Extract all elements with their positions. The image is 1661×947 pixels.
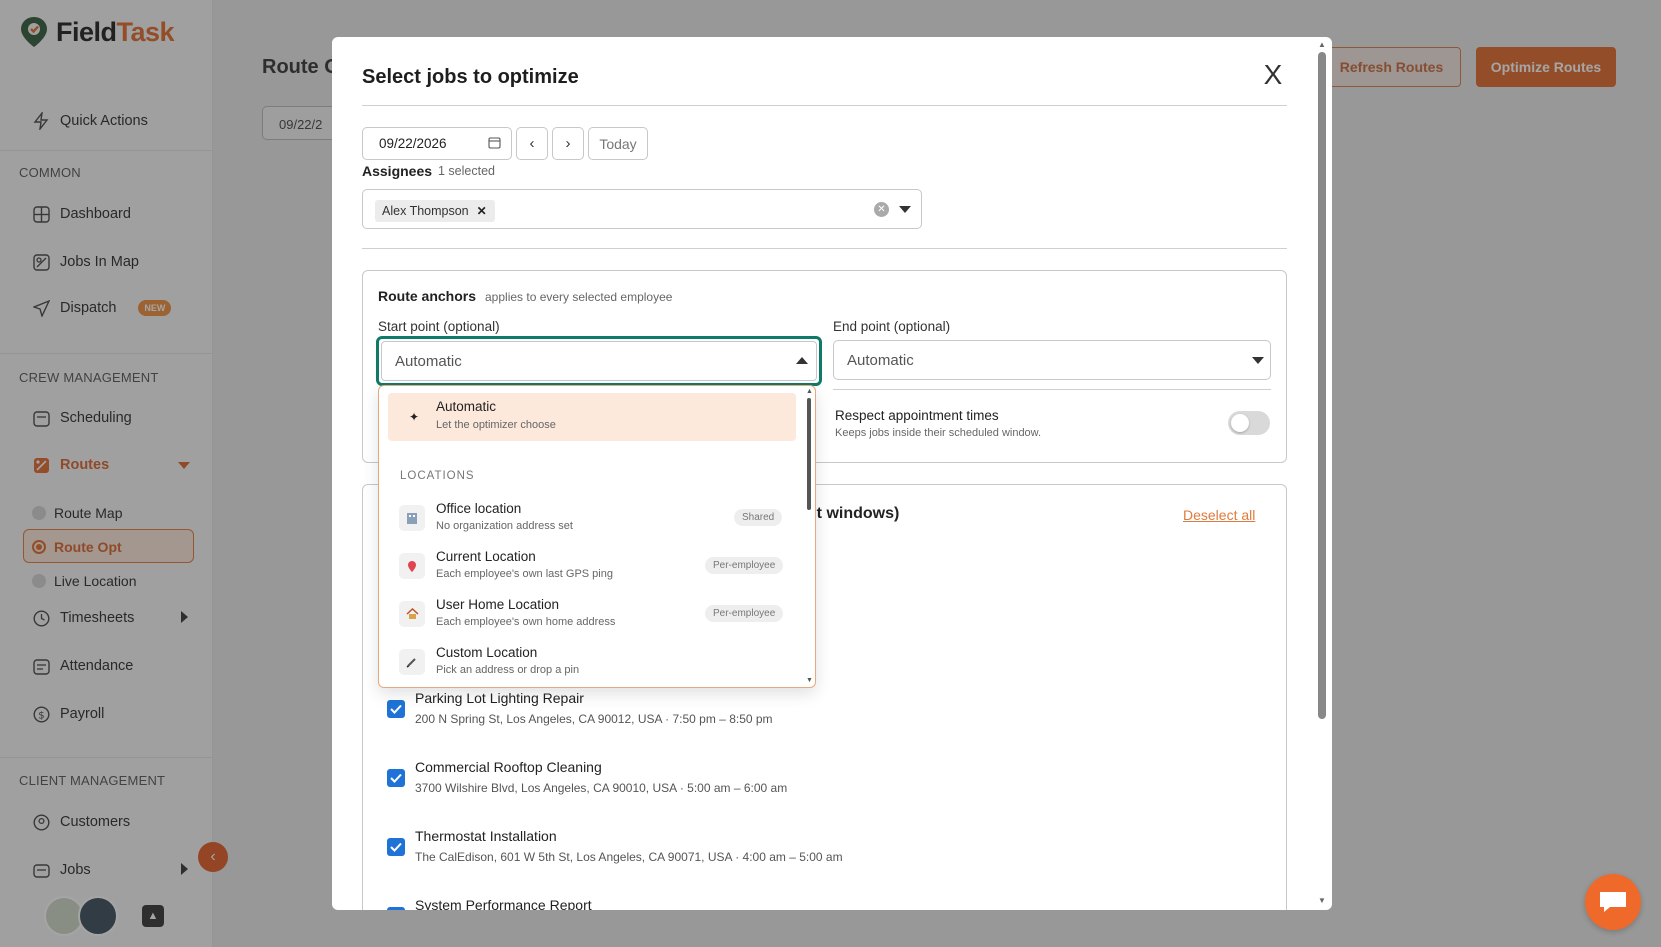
check-icon — [390, 773, 402, 783]
remove-chip-icon[interactable]: ✕ — [477, 204, 487, 218]
option-title: Office location — [436, 501, 522, 516]
option-title: Custom Location — [436, 645, 538, 660]
clear-icon[interactable]: ✕ — [874, 202, 889, 217]
check-icon — [390, 842, 402, 852]
route-anchors-note: applies to every selected employee — [485, 290, 673, 304]
start-point-dropdown: ✦ Automatic Let the optimizer choose LOC… — [378, 385, 816, 688]
dropdown-scroll-up-arrow[interactable]: ▲ — [806, 388, 813, 395]
chat-icon — [1600, 892, 1626, 912]
modal-divider — [362, 248, 1287, 249]
close-button[interactable]: X — [1258, 59, 1288, 95]
chevron-up-icon[interactable] — [796, 357, 808, 364]
dropdown-option-custom-location[interactable]: Custom Location Pick an address or drop … — [379, 640, 799, 684]
option-title: Automatic — [436, 399, 497, 414]
assignee-chip: Alex Thompson ✕ — [375, 200, 495, 222]
sparkle-icon: ✦ — [408, 410, 420, 424]
job-row[interactable]: Thermostat Installation The CalEdison, 6… — [387, 828, 843, 864]
dropdown-scroll-down-arrow[interactable]: ▼ — [806, 677, 813, 684]
locations-section-label: LOCATIONS — [400, 470, 475, 482]
job-checkbox[interactable] — [387, 769, 405, 787]
dropdown-option-automatic[interactable]: ✦ Automatic Let the optimizer choose — [388, 393, 796, 441]
pencil-icon — [399, 649, 425, 675]
option-title: Current Location — [436, 549, 536, 564]
job-title: Parking Lot Lighting Repair — [415, 690, 584, 706]
anchors-divider — [833, 389, 1271, 390]
chevron-right-icon: › — [565, 135, 571, 152]
assignee-chip-label: Alex Thompson — [382, 204, 469, 218]
modal-divider — [362, 105, 1287, 106]
start-point-select[interactable]: Automatic — [376, 336, 822, 386]
option-subtitle: Pick an address or drop a pin — [436, 664, 580, 676]
end-point-value: Automatic — [847, 352, 914, 369]
job-title: System Performance Report — [415, 897, 592, 910]
start-point-label: Start point (optional) — [378, 319, 500, 334]
option-title: User Home Location — [436, 597, 560, 612]
check-icon — [390, 704, 402, 714]
job-checkbox[interactable] — [387, 907, 405, 910]
option-subtitle: No organization address set — [436, 520, 573, 532]
dropdown-scrollbar[interactable] — [807, 398, 811, 510]
job-title: Commercial Rooftop Cleaning — [415, 759, 602, 775]
route-anchors-title: Route anchors — [378, 288, 477, 304]
scroll-up-arrow[interactable]: ▲ — [1318, 40, 1326, 49]
per-employee-tag: Per-employee — [705, 605, 784, 622]
next-day-button[interactable]: › — [552, 127, 584, 160]
chevron-left-icon: ‹ — [529, 135, 535, 152]
dropdown-option-current-location[interactable]: Current Location Each employee's own las… — [379, 544, 799, 588]
assignees-select[interactable]: Alex Thompson ✕ ✕ — [362, 189, 922, 229]
chevron-down-icon[interactable] — [899, 206, 911, 213]
end-point-label: End point (optional) — [833, 319, 951, 334]
deselect-all-link[interactable]: Deselect all — [1183, 507, 1255, 523]
job-title: Thermostat Installation — [415, 828, 557, 844]
respect-appointment-sub: Keeps jobs inside their scheduled window… — [835, 427, 1042, 439]
job-details: The CalEdison, 601 W 5th St, Los Angeles… — [415, 850, 843, 864]
end-point-select[interactable]: Automatic — [833, 340, 1271, 380]
job-checkbox[interactable] — [387, 838, 405, 856]
respect-appointment-title: Respect appointment times — [835, 408, 999, 423]
scroll-down-arrow[interactable]: ▼ — [1318, 896, 1326, 905]
map-pin-icon — [399, 553, 425, 579]
job-row[interactable]: Commercial Rooftop Cleaning 3700 Wilshir… — [387, 759, 787, 795]
chevron-down-icon[interactable] — [1252, 357, 1264, 364]
respect-appointment-toggle[interactable] — [1228, 411, 1270, 435]
job-checkbox[interactable] — [387, 700, 405, 718]
start-point-value: Automatic — [381, 341, 817, 381]
per-employee-tag: Per-employee — [705, 557, 784, 574]
job-row[interactable]: System Performance Report — [387, 897, 592, 910]
option-subtitle: Each employee's own home address — [436, 616, 616, 628]
assignees-count: 1 selected — [438, 164, 495, 178]
house-icon — [399, 601, 425, 627]
date-value: 09/22/2026 — [379, 136, 447, 151]
assignees-label: Assignees — [362, 163, 433, 179]
shared-tag: Shared — [734, 509, 783, 526]
dropdown-option-office[interactable]: Office location No organization address … — [379, 496, 799, 540]
date-input[interactable]: 09/22/2026 — [362, 127, 512, 160]
job-details: 3700 Wilshire Blvd, Los Angeles, CA 9001… — [415, 781, 788, 795]
calendar-icon[interactable] — [488, 136, 501, 152]
dropdown-option-home-location[interactable]: User Home Location Each employee's own h… — [379, 592, 799, 636]
option-subtitle: Each employee's own last GPS ping — [436, 568, 613, 580]
modal-scrollbar[interactable] — [1318, 52, 1326, 719]
job-row[interactable]: Parking Lot Lighting Repair 200 N Spring… — [387, 690, 773, 726]
option-subtitle: Let the optimizer choose — [436, 419, 556, 431]
previous-day-button[interactable]: ‹ — [516, 127, 548, 160]
modal-title: Select jobs to optimize — [362, 66, 579, 88]
toggle-knob — [1231, 414, 1249, 432]
building-icon — [399, 505, 425, 531]
chat-button[interactable] — [1585, 874, 1641, 930]
job-details: 200 N Spring St, Los Angeles, CA 90012, … — [415, 712, 773, 726]
today-button[interactable]: Today — [588, 127, 648, 160]
